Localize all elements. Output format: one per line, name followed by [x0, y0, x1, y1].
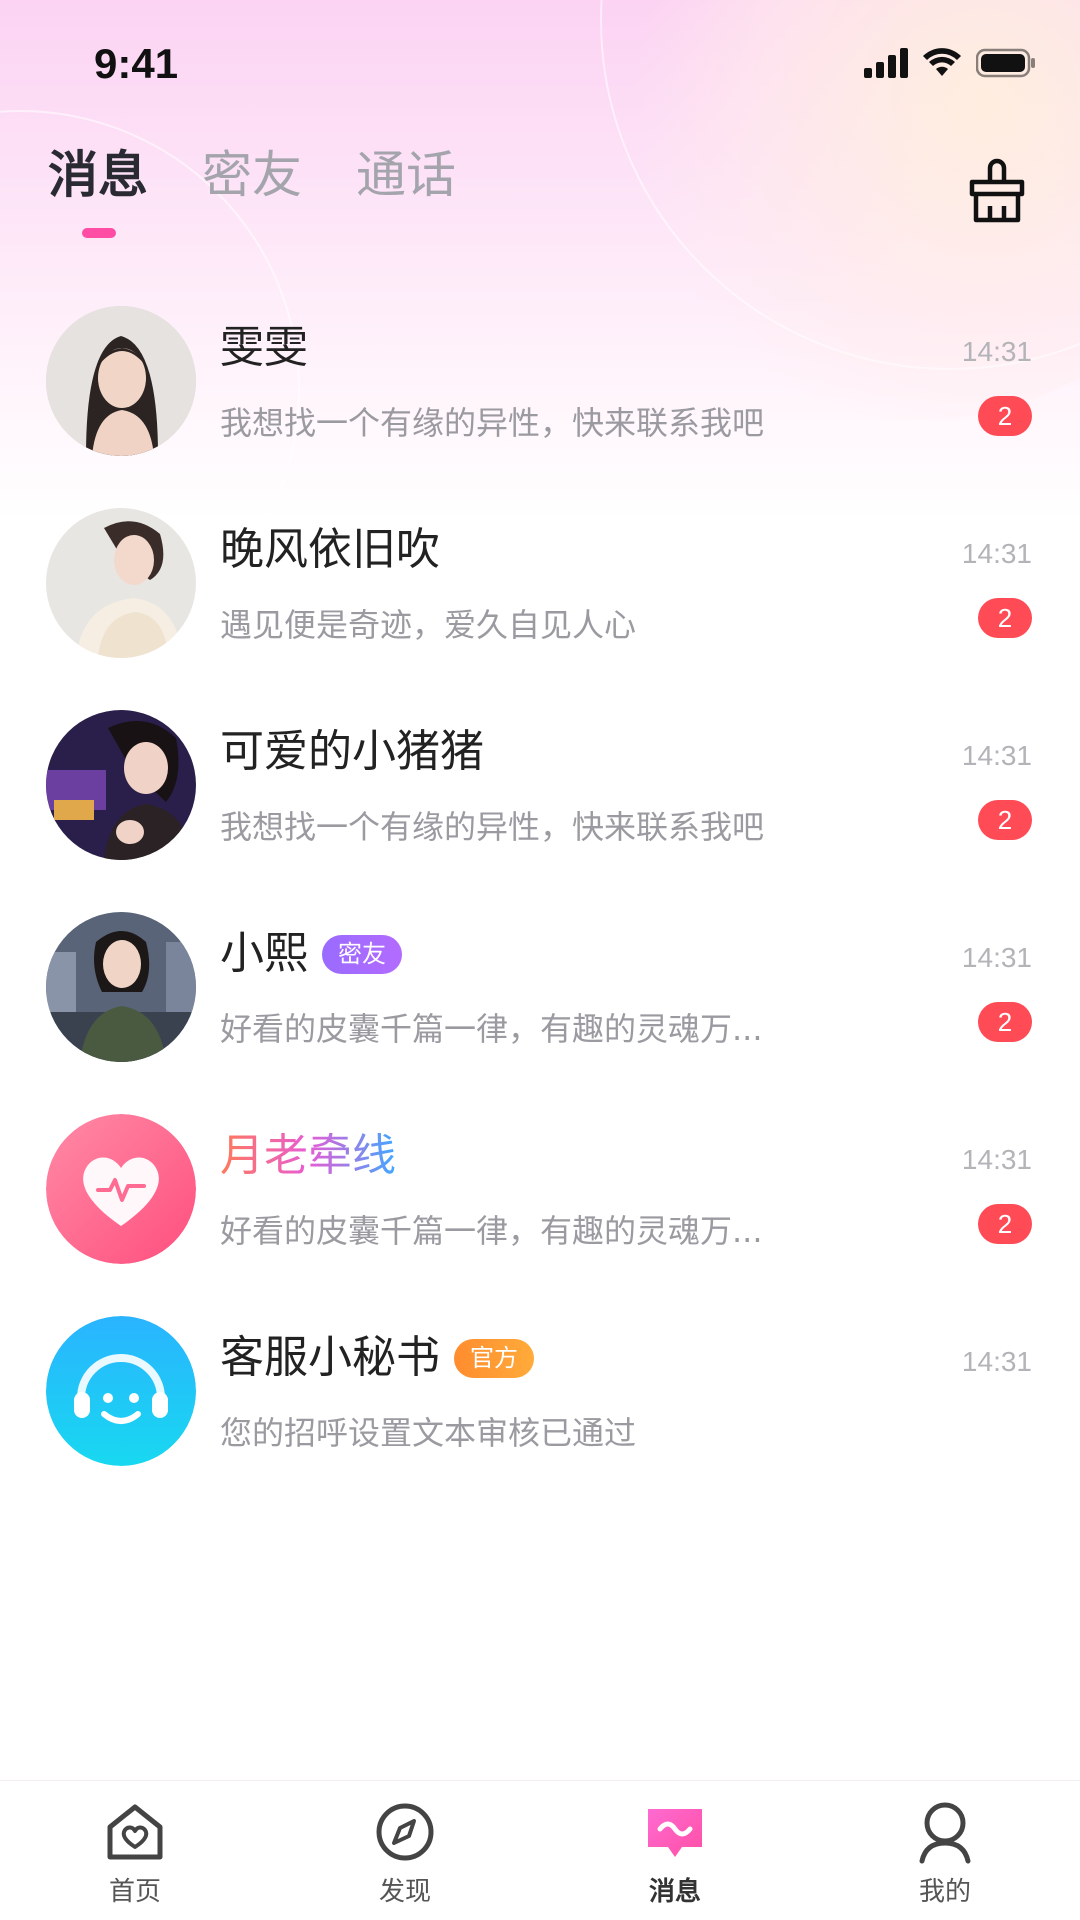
compass-icon — [376, 1803, 434, 1861]
battery-icon — [976, 48, 1035, 78]
close-friend-tag: 密友 — [322, 934, 402, 974]
chat-name-line: 雯雯 — [220, 322, 308, 373]
contact-name: 晚风依旧吹 — [220, 524, 440, 575]
status-icons — [864, 48, 1036, 78]
chat-name-line: 可爱的小猪猪 — [220, 726, 484, 777]
chat-row[interactable]: 客服小秘书 官方 14:31 您的招呼设置文本审核已通过 — [0, 1310, 1080, 1512]
home-heart-icon — [107, 1804, 163, 1860]
chat-row[interactable]: 可爱的小猪猪 14:31 我想找一个有缘的异性，快来联系我吧 2 — [0, 704, 1080, 906]
avatar — [46, 912, 196, 1062]
message-preview: 您的招呼设置文本审核已通过 — [220, 1414, 637, 1452]
customer-service-icon — [46, 1316, 196, 1466]
chat-row[interactable]: 雯雯 14:31 我想找一个有缘的异性，快来联系我吧 2 — [0, 300, 1080, 502]
unread-badge: 2 — [978, 396, 1032, 436]
contact-name: 小熙 — [220, 928, 308, 979]
unread-badge: 2 — [978, 1204, 1032, 1244]
contact-name: 可爱的小猪猪 — [220, 726, 484, 777]
tab-messages[interactable]: 消息 — [48, 150, 148, 200]
status-bar: 9:41 — [0, 0, 1080, 130]
wifi-icon — [923, 48, 961, 76]
message-time: 14:31 — [961, 538, 1032, 569]
unread-badge: 2 — [978, 800, 1032, 840]
unread-badge: 2 — [978, 598, 1032, 638]
official-tag: 官方 — [454, 1338, 534, 1378]
message-time: 14:31 — [961, 1144, 1032, 1175]
chat-name-line: 客服小秘书 官方 — [220, 1332, 534, 1383]
unread-badge: 2 — [978, 1002, 1032, 1042]
chat-name-line: 月老牵线 — [220, 1130, 396, 1181]
chat-row[interactable]: 小熙 密友 14:31 好看的皮囊千篇一律，有趣的灵魂万... 2 — [0, 906, 1080, 1108]
chat-name-line: 小熙 密友 — [220, 928, 402, 979]
chat-name-line: 晚风依旧吹 — [220, 524, 440, 575]
contact-name: 月老牵线 — [220, 1130, 396, 1181]
avatar — [46, 306, 196, 456]
message-time: 14:31 — [961, 336, 1032, 367]
nav-label: 消息 — [648, 1877, 701, 1907]
message-time: 14:31 — [961, 1346, 1032, 1377]
message-icon — [648, 1809, 702, 1857]
chat-list: 雯雯 14:31 我想找一个有缘的异性，快来联系我吧 2 晚风依旧吹 14:31… — [0, 300, 1080, 1512]
nav-label: 我的 — [918, 1877, 971, 1907]
messages-screen: 9:41 消息 密友 通话 雯雯 14:31 我想找一个有缘的异性，快来联系我吧… — [0, 0, 1080, 1920]
status-time: 9:41 — [94, 40, 179, 87]
avatar — [46, 710, 196, 860]
tab-calls[interactable]: 通话 — [356, 150, 456, 200]
chat-row[interactable]: 月老牵线 14:31 好看的皮囊千篇一律，有趣的灵魂万... 2 — [0, 1108, 1080, 1310]
nav-label: 发现 — [378, 1877, 431, 1907]
cellular-signal-icon — [864, 48, 908, 78]
nav-discover[interactable]: 发现 — [270, 1781, 540, 1920]
chat-row[interactable]: 晚风依旧吹 14:31 遇见便是奇迹，爱久自见人心 2 — [0, 502, 1080, 704]
matchmaker-heart-icon — [46, 1114, 196, 1264]
nav-label: 首页 — [108, 1877, 161, 1907]
message-preview: 我想找一个有缘的异性，快来联系我吧 — [220, 808, 765, 846]
contact-name: 雯雯 — [220, 322, 308, 373]
message-preview: 好看的皮囊千篇一律，有趣的灵魂万... — [220, 1212, 763, 1250]
nav-profile[interactable]: 我的 — [810, 1781, 1080, 1920]
message-preview: 好看的皮囊千篇一律，有趣的灵魂万... — [220, 1010, 763, 1048]
message-time: 14:31 — [961, 942, 1032, 973]
tab-close-friends[interactable]: 密友 — [202, 150, 302, 200]
avatar — [46, 508, 196, 658]
contact-name: 客服小秘书 — [220, 1332, 440, 1383]
top-tabs: 消息 密友 通话 — [48, 150, 456, 200]
bottom-nav: 首页 发现 消息 我的 — [0, 1780, 1080, 1920]
message-time: 14:31 — [961, 740, 1032, 771]
active-tab-indicator — [82, 228, 116, 238]
profile-icon — [919, 1802, 971, 1864]
nav-messages[interactable]: 消息 — [540, 1781, 810, 1920]
message-preview: 我想找一个有缘的异性，快来联系我吧 — [220, 404, 765, 442]
nav-home[interactable]: 首页 — [0, 1781, 270, 1920]
clear-unread-broom-icon[interactable] — [966, 158, 1028, 224]
message-preview: 遇见便是奇迹，爱久自见人心 — [220, 606, 637, 644]
